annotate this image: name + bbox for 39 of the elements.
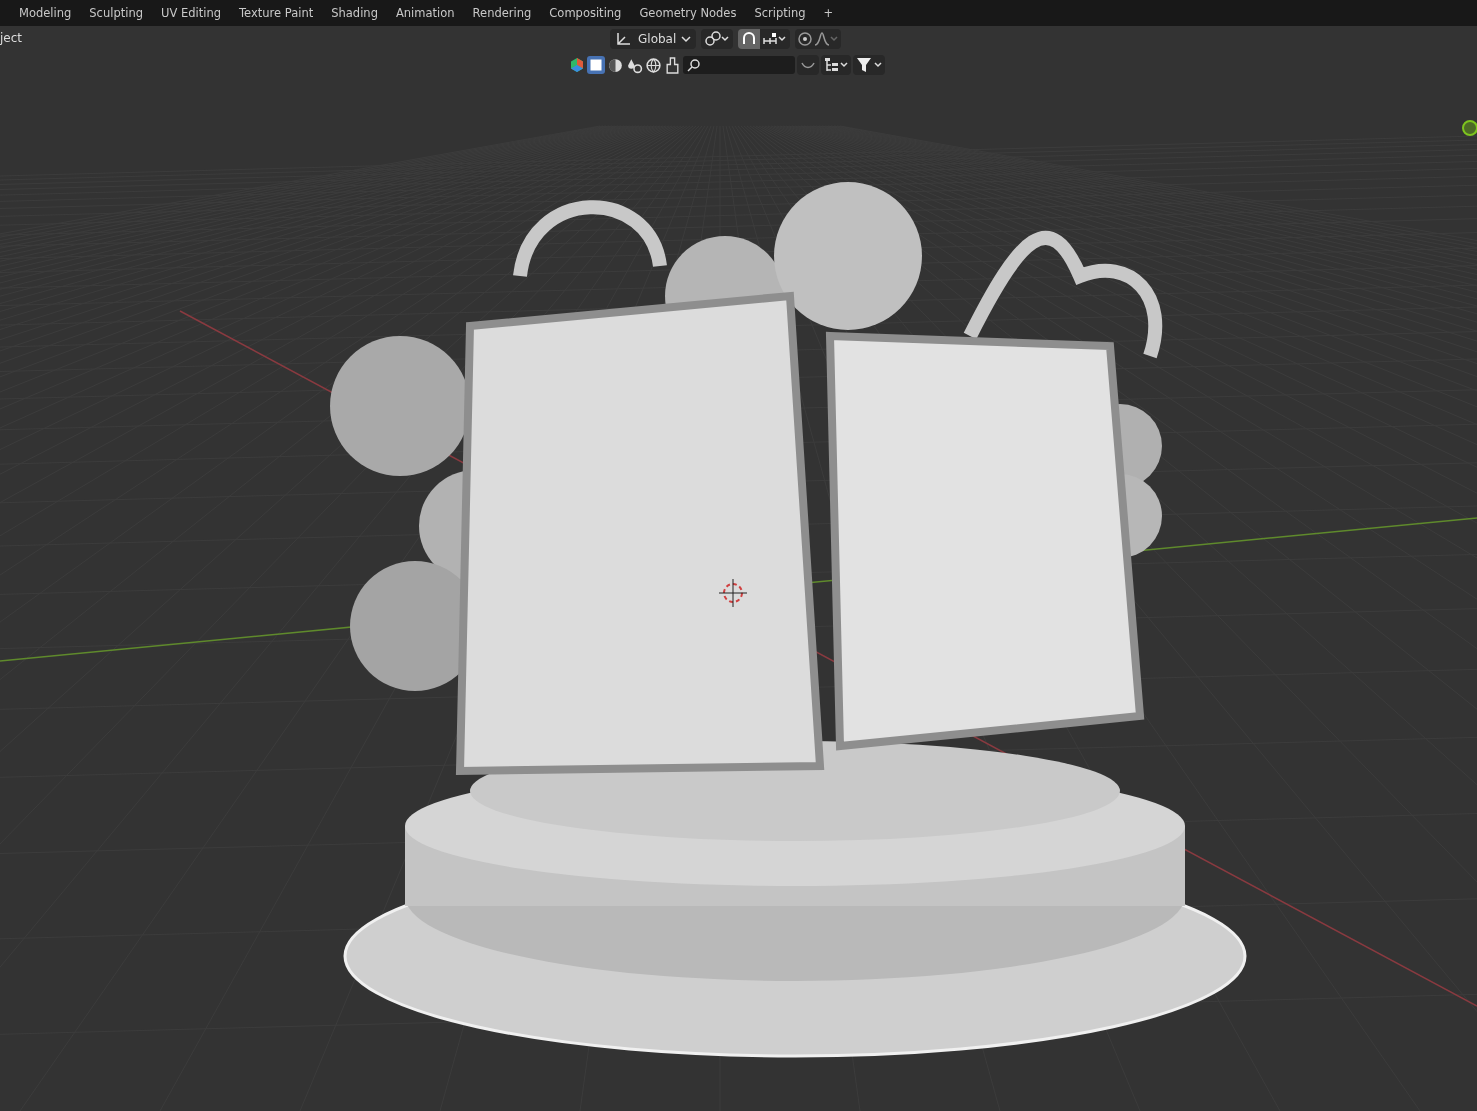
workspace-tab[interactable]: Shading (322, 2, 387, 24)
workspace-tab[interactable]: Texture Paint (230, 2, 323, 24)
filter-dropdown[interactable] (853, 55, 885, 75)
square-icon (589, 58, 603, 72)
link-icon (704, 31, 731, 47)
falloff-icon (798, 31, 839, 47)
chevron-icon (681, 35, 692, 43)
shading-icon[interactable] (607, 56, 624, 74)
selectable-toggle[interactable] (587, 56, 605, 74)
workspace-tab[interactable]: Modeling (10, 2, 81, 24)
globe-icon[interactable] (645, 56, 662, 74)
pivot-dropdown[interactable] (701, 29, 734, 49)
workspace-tab[interactable]: Sculpting (80, 2, 152, 24)
brush-icon[interactable] (664, 56, 681, 74)
mode-label: ject (0, 31, 23, 45)
workspace-tab[interactable]: Animation (386, 2, 464, 24)
search-field[interactable] (683, 56, 795, 74)
workspace-tab[interactable]: Compositing (540, 2, 631, 24)
workspace-tab[interactable]: Geometry Nodes (630, 2, 746, 24)
drops-icon[interactable] (626, 56, 643, 74)
workspace-tab[interactable]: + (814, 2, 843, 24)
snap-toggle[interactable] (738, 29, 761, 49)
tree-icon (824, 57, 848, 73)
workspace-tab[interactable]: Scripting (745, 2, 815, 24)
workspace-tab[interactable]: Rendering (463, 2, 541, 24)
crosshair-icon (718, 578, 748, 608)
workspace-tab[interactable]: UV Editing (152, 2, 230, 24)
orientation-dropdown[interactable]: Global (610, 29, 697, 49)
magnet-icon (741, 31, 758, 47)
axes-icon (615, 31, 633, 47)
snap-target-icon (763, 31, 788, 47)
search-icon (687, 58, 701, 72)
smile-toggle[interactable] (797, 55, 819, 75)
snap-target-dropdown[interactable] (760, 29, 791, 49)
proportional-edit-toggle[interactable] (795, 29, 842, 49)
display-mode-dropdown[interactable] (821, 55, 851, 75)
hexagon-icon (569, 57, 585, 73)
filter-icon (856, 57, 882, 73)
light-gizmo-icon[interactable] (1462, 120, 1477, 136)
